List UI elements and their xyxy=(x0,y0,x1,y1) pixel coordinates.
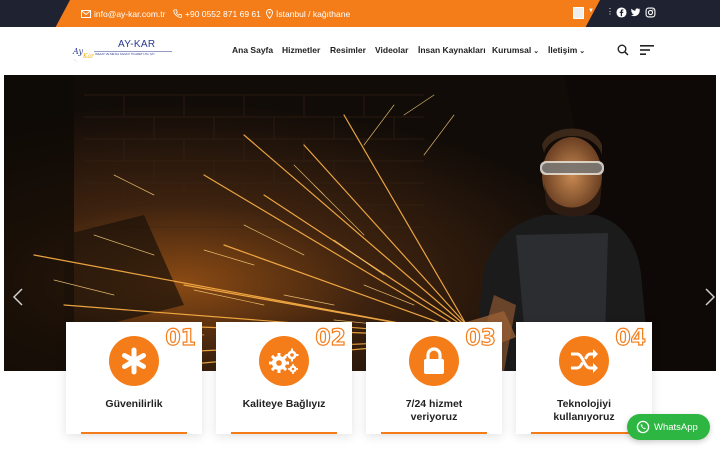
twitter-icon[interactable] xyxy=(630,7,641,18)
logo-ay-text: Ay xyxy=(72,47,83,56)
separator-dots: ⋮ xyxy=(606,7,614,16)
whatsapp-button[interactable]: WhatsApp xyxy=(627,414,710,440)
feature-title: Güvenilirlik xyxy=(66,398,202,411)
feature-number: 02 xyxy=(315,325,347,351)
menu-icon[interactable] xyxy=(640,44,654,56)
feature-card-1[interactable]: 01 Güvenilirlik xyxy=(66,322,202,434)
lock-icon xyxy=(409,336,459,386)
feature-underline xyxy=(381,432,487,434)
feature-number: 01 xyxy=(165,325,197,351)
feature-title-line-1: 7/24 hizmet xyxy=(405,398,463,410)
logo-kar-text: Kar xyxy=(82,53,95,60)
page: info@ay-kar.com.tr +90 0552 871 69 61 İs… xyxy=(0,0,720,450)
location-link[interactable]: İstanbul / kağıthane xyxy=(266,0,350,27)
envelope-icon xyxy=(81,9,91,18)
nav-insan-kaynaklari[interactable]: İnsan Kaynakları xyxy=(418,45,486,55)
gears-icon xyxy=(259,336,309,386)
nav-hizmetler[interactable]: Hizmetler xyxy=(282,45,320,55)
flag-icon[interactable] xyxy=(573,7,584,19)
feature-title-line-1: Kaliteye Bağlıyız xyxy=(242,398,326,410)
caret-down-icon[interactable]: ▼ xyxy=(588,8,594,14)
feature-title-line-2: veriyoruz xyxy=(410,411,458,423)
chevron-left-icon[interactable] xyxy=(12,287,24,307)
map-pin-icon xyxy=(266,8,273,19)
nav-videolar[interactable]: Videolar xyxy=(375,45,408,55)
feature-number: 04 xyxy=(615,325,647,351)
whatsapp-label: WhatsApp xyxy=(654,421,698,433)
nav-iletisim[interactable]: İletişim ⌄ xyxy=(548,45,585,55)
feature-underline xyxy=(81,432,187,434)
chevron-down-icon: ⌄ xyxy=(533,48,540,55)
top-bar: info@ay-kar.com.tr +90 0552 871 69 61 İs… xyxy=(0,0,720,27)
feature-underline xyxy=(531,432,637,434)
feature-underline xyxy=(231,432,337,434)
feature-title-line-1: Güvenilirlik xyxy=(105,398,163,410)
feature-title-line-1: Teknolojiyi xyxy=(556,398,612,410)
facebook-icon[interactable] xyxy=(616,7,627,18)
feature-number: 03 xyxy=(465,325,497,351)
feature-title: Kaliteye Bağlıyız xyxy=(216,398,352,411)
nav-kurumsal-label: Kurumsal xyxy=(492,45,532,55)
nav-kurumsal[interactable]: Kurumsal ⌄ xyxy=(492,45,539,55)
nav-resimler[interactable]: Resimler xyxy=(330,45,366,55)
asterisk-icon xyxy=(109,336,159,386)
phone-link[interactable]: +90 0552 871 69 61 xyxy=(173,0,261,27)
logo-name: AY-KAR xyxy=(118,39,156,50)
whatsapp-icon xyxy=(636,420,650,434)
logo-tagline: İNŞAAT VE METAL SANAYİ TİCARET LTD. ŞTİ. xyxy=(95,52,156,56)
chevron-down-icon: ⌄ xyxy=(579,48,586,55)
feature-card-3[interactable]: 03 7/24 hizmet veriyoruz xyxy=(366,322,502,434)
top-bar-left-accent xyxy=(0,0,70,27)
feature-title: 7/24 hizmet veriyoruz xyxy=(366,398,502,424)
search-icon[interactable] xyxy=(617,44,629,56)
nav-iletisim-label: İletişim xyxy=(548,45,578,55)
nav-ana-sayfa[interactable]: Ana Sayfa xyxy=(232,45,273,55)
shuffle-icon xyxy=(559,336,609,386)
phone-text: +90 0552 871 69 61 xyxy=(185,8,261,19)
instagram-icon[interactable] xyxy=(645,7,656,18)
main-header: Ay Kar AY-KAR İNŞAAT VE METAL SANAYİ TİC… xyxy=(0,27,720,75)
feature-card-2[interactable]: 02 Kaliteye Bağlıyız xyxy=(216,322,352,434)
location-text: İstanbul / kağıthane xyxy=(276,8,351,19)
email-text: info@ay-kar.com.tr xyxy=(94,8,166,19)
phone-icon xyxy=(173,9,182,18)
email-link[interactable]: info@ay-kar.com.tr xyxy=(81,0,165,27)
chevron-right-icon[interactable] xyxy=(704,287,716,307)
